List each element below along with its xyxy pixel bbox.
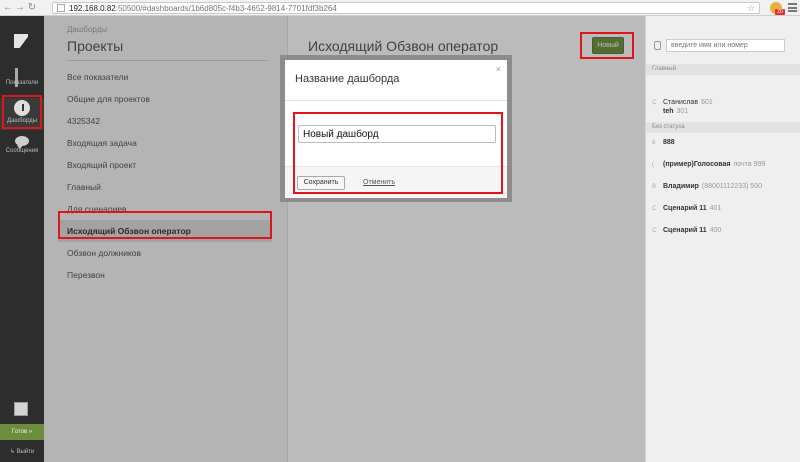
dashboard-gauge-icon [14, 100, 30, 116]
phone-icon[interactable] [654, 41, 661, 50]
user-avatar[interactable] [14, 402, 28, 416]
cancel-link[interactable]: Отменить [363, 179, 395, 186]
rail-item-indicators[interactable]: Показатели [0, 66, 44, 98]
contact-item[interactable]: 8 888 [646, 132, 800, 154]
browser-toolbar: ← → ↻ 192.168.0.82:50500/#dashboards/1b6… [0, 0, 800, 16]
url-host: 192.168.0.82 [69, 3, 116, 13]
contact-group-header: Главный [646, 64, 800, 75]
contact-name: (пример)Голосовая [663, 161, 731, 168]
contact-name: 888 [663, 139, 675, 146]
dashboard-name-input[interactable] [298, 125, 496, 143]
contact-item[interactable]: С Станислав 601 [646, 92, 800, 114]
contact-ext: 400 [709, 227, 722, 234]
contact-marker: С [652, 228, 657, 234]
logout-label: Выйти [16, 449, 35, 455]
contact-item[interactable]: С Сценарий 11 400 [646, 220, 800, 242]
contact-ext: 601 [701, 99, 713, 106]
dashboard-name-modal: Название дашборда × Сохранить Отменить [280, 55, 512, 202]
contact-item[interactable]: ( (пример)Голосовая почта 999 [646, 154, 800, 176]
contact-search-input[interactable] [666, 39, 785, 52]
rail-item-messages[interactable]: Сообщения [0, 134, 44, 166]
contact-ext: 401 [709, 205, 722, 212]
contacts-panel: Главный ·teh301 ССтанислав601 Без статус… [645, 16, 800, 462]
contact-name: Станислав [663, 99, 699, 106]
modal-title: Название дашборда [295, 73, 400, 85]
contact-name: Сценарий 11 [663, 227, 707, 234]
bookmark-star-icon[interactable]: ☆ [747, 3, 755, 14]
rail-item-dashboards[interactable]: Дашборды [0, 98, 44, 130]
logout-button[interactable]: ↳ Выйти [0, 442, 44, 462]
address-bar[interactable]: 192.168.0.82:50500/#dashboards/1b6d805c-… [52, 2, 760, 14]
modal-footer: Сохранить Отменить [285, 166, 507, 198]
bar-chart-icon [15, 68, 29, 87]
modal-body [285, 101, 507, 166]
url-path: :50500/#dashboards/1b6d805c-f4b3-4652-98… [115, 3, 337, 13]
contact-marker: С [652, 100, 657, 106]
close-icon[interactable]: × [496, 64, 501, 74]
left-rail: Показатели Дашборды Сообщения Готов » ↳ … [0, 16, 44, 462]
contact-name: Владимир [663, 183, 699, 190]
contact-name: Сценарий 11 [663, 205, 707, 212]
contact-marker: 8 [652, 140, 656, 146]
app-logo-icon [14, 34, 28, 48]
rail-label: Показатели [5, 80, 39, 86]
save-button[interactable]: Сохранить [297, 176, 345, 190]
contact-item[interactable]: С Сценарий 11 401 [646, 198, 800, 220]
contact-ext: (88001112233) 500 [701, 183, 762, 190]
rail-label: Дашборды [7, 118, 37, 124]
ready-status-button[interactable]: Готов » [0, 424, 44, 440]
reload-icon[interactable]: ↻ [26, 1, 38, 15]
contact-item[interactable]: В Владимир (88001112233) 500 [646, 176, 800, 198]
forward-arrow-icon[interactable]: → [14, 1, 26, 15]
contact-search [650, 38, 797, 54]
contact-marker: С [652, 206, 657, 212]
contact-ext: почта 999 [733, 161, 766, 168]
extension-badge: 20 [775, 9, 785, 15]
contact-marker: В [652, 184, 657, 190]
back-arrow-icon[interactable]: ← [2, 1, 14, 15]
page-icon [57, 4, 65, 12]
chat-bubble-icon [15, 136, 29, 149]
contact-marker: ( [652, 162, 654, 168]
modal-header: Название дашборда × [285, 60, 507, 101]
browser-menu-icon[interactable] [788, 3, 797, 12]
